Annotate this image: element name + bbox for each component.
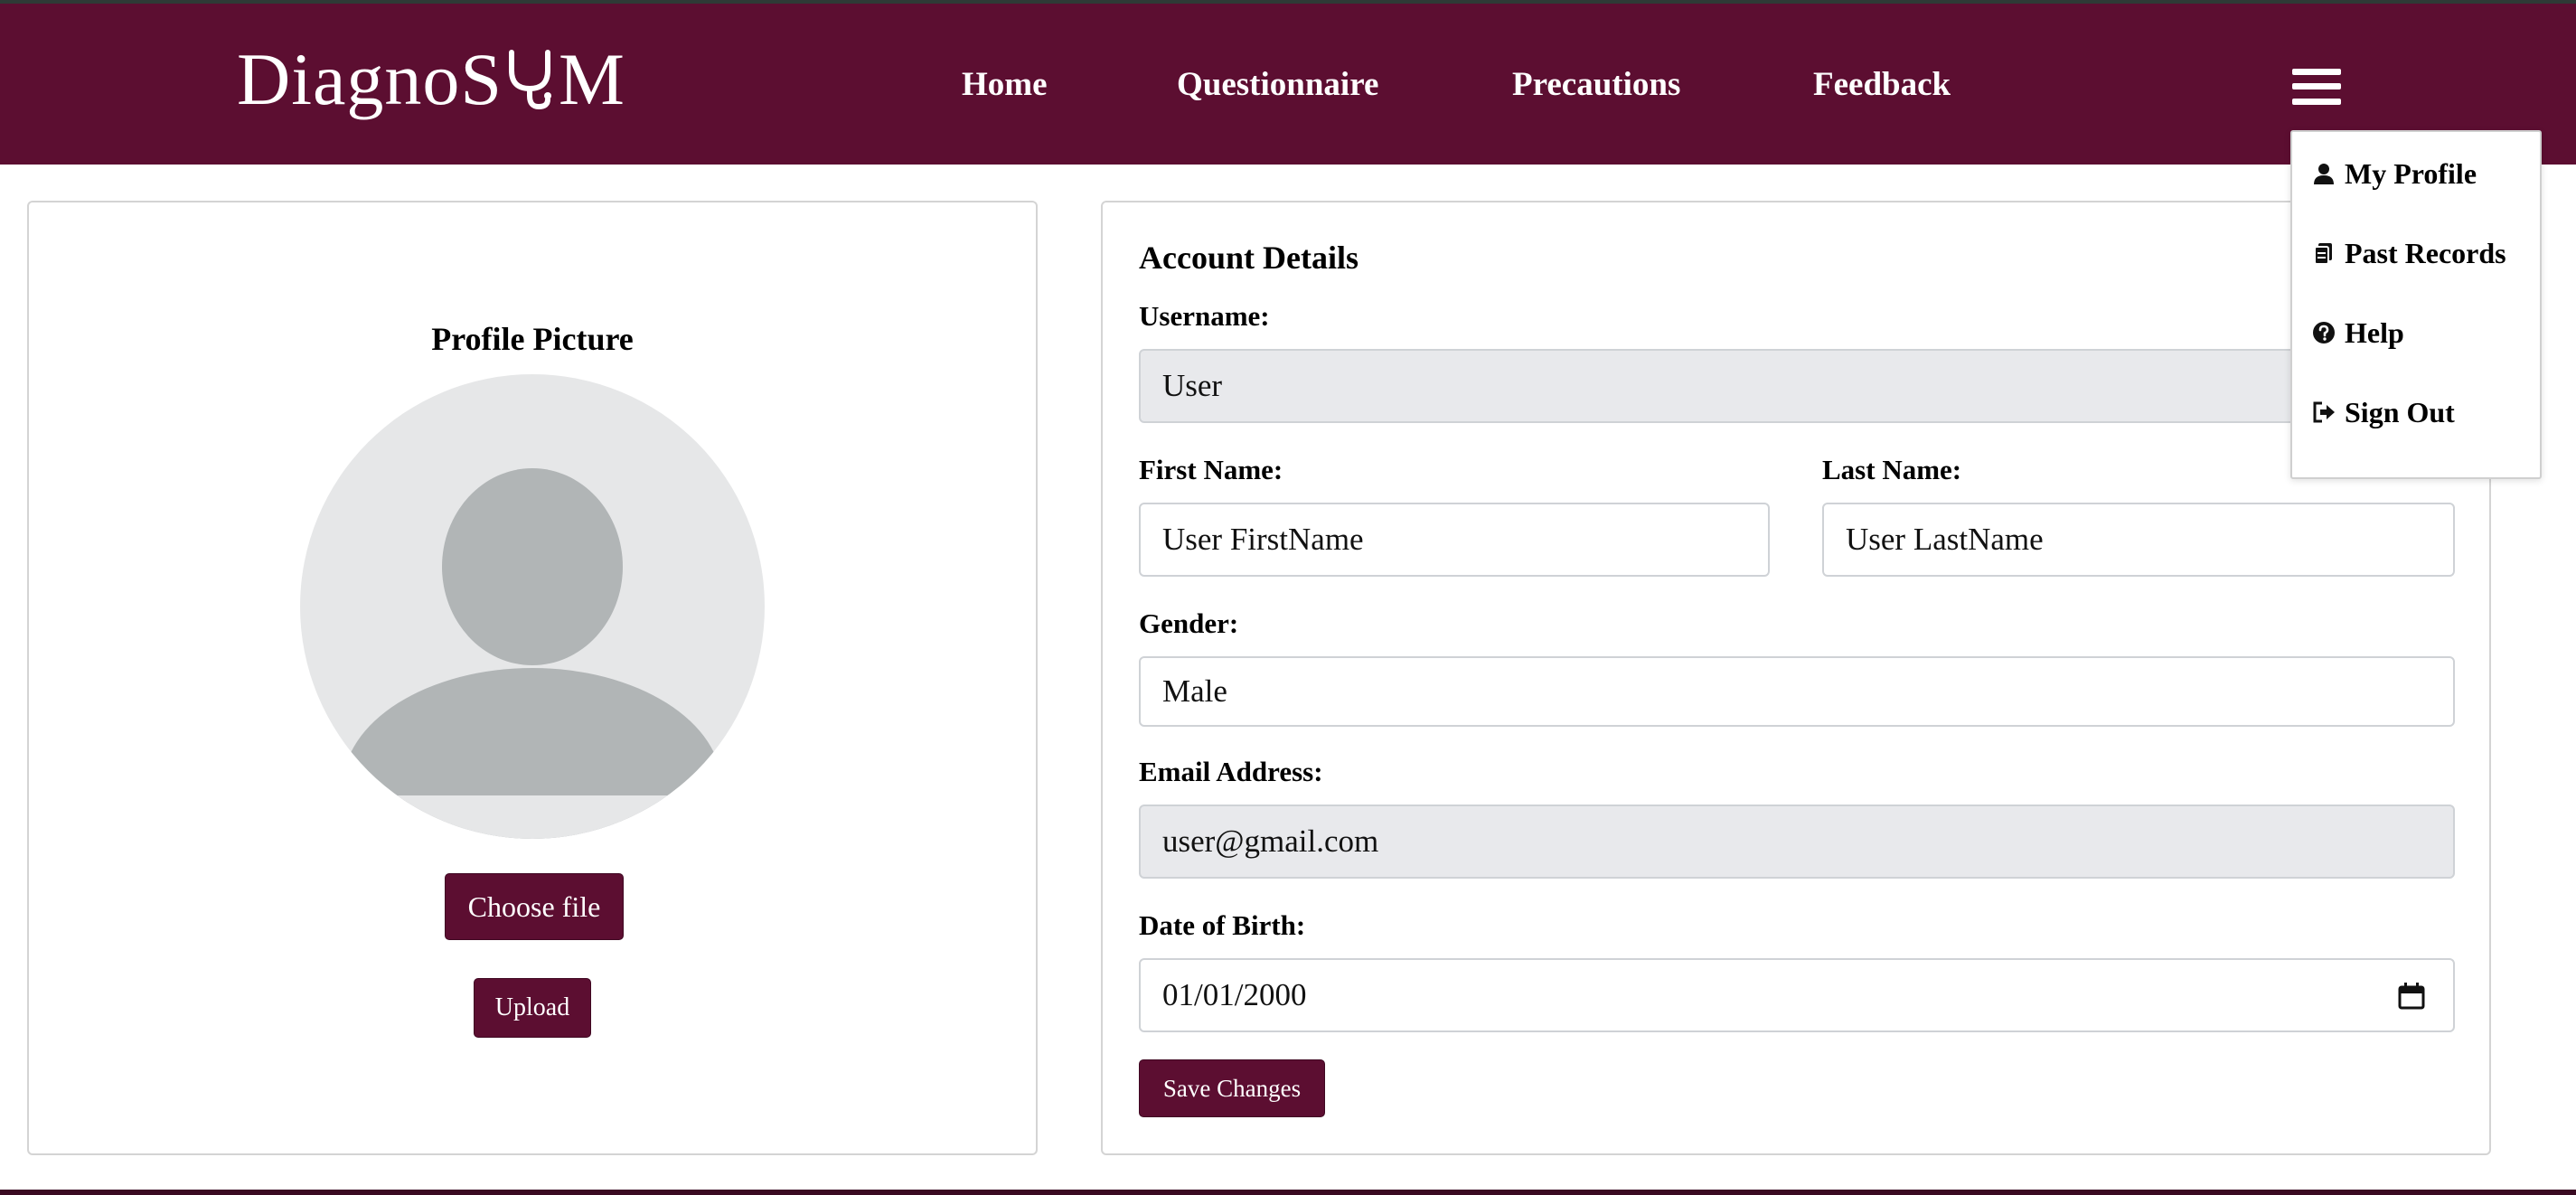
menu-item-label: Sign Out: [2345, 395, 2455, 428]
menu-item-label: Past Records: [2345, 236, 2506, 269]
account-details-title: Account Details: [1139, 240, 1359, 276]
save-changes-button[interactable]: Save Changes: [1139, 1059, 1325, 1117]
profile-picture-title: Profile Picture: [431, 321, 634, 357]
user-dropdown-menu: My Profile Past Records Help Sign Out: [2290, 130, 2542, 479]
menu-item-label: My Profile: [2345, 156, 2477, 190]
calendar-icon[interactable]: [2397, 982, 2426, 1011]
choose-file-button[interactable]: Choose file: [445, 873, 624, 940]
menu-item-my-profile[interactable]: My Profile: [2312, 154, 2477, 193]
gender-input[interactable]: Male: [1139, 656, 2455, 727]
first-name-input[interactable]: User FirstName: [1139, 503, 1770, 577]
nav-link-home[interactable]: Home: [962, 65, 1048, 105]
logo-text-suffix: M: [559, 38, 625, 120]
dob-label: Date of Birth:: [1139, 909, 1306, 941]
navbar: DiagnoS M Home Questionnaire Precautions…: [0, 4, 2576, 165]
email-field: user@gmail.com: [1139, 805, 2455, 879]
upload-button[interactable]: Upload: [474, 978, 591, 1038]
username-field: User: [1139, 349, 2455, 423]
menu-item-help[interactable]: Help: [2312, 313, 2404, 353]
gender-label: Gender:: [1139, 607, 1239, 639]
bottom-border: [0, 1190, 2576, 1195]
user-icon: [2314, 164, 2334, 184]
nav-link-feedback[interactable]: Feedback: [1813, 65, 1951, 105]
dob-value: 01/01/2000: [1162, 977, 1307, 1012]
account-details-card: Account Details Username: User First Nam…: [1101, 201, 2491, 1155]
logo-text-prefix: DiagnoS: [237, 38, 503, 120]
dob-input[interactable]: 01/01/2000: [1139, 958, 2455, 1032]
nav-link-precautions[interactable]: Precautions: [1512, 65, 1680, 105]
last-name-input[interactable]: User LastName: [1822, 503, 2455, 577]
email-label: Email Address:: [1139, 756, 1323, 787]
records-icon: [2314, 243, 2332, 265]
hamburger-menu-icon[interactable]: [2292, 69, 2341, 105]
menu-item-label: Help: [2345, 315, 2404, 349]
first-name-label: First Name:: [1139, 454, 1283, 485]
help-icon: [2313, 322, 2335, 343]
menu-item-past-records[interactable]: Past Records: [2312, 233, 2506, 273]
username-label: Username:: [1139, 300, 1270, 332]
brand-logo[interactable]: DiagnoS M: [237, 38, 625, 121]
menu-item-sign-out[interactable]: Sign Out: [2312, 392, 2455, 432]
avatar-placeholder-icon: [300, 374, 765, 839]
profile-picture-card: Profile Picture Choose file Upload: [27, 201, 1038, 1155]
sign-out-icon: [2313, 401, 2335, 423]
nav-link-questionnaire[interactable]: Questionnaire: [1177, 65, 1378, 105]
stethoscope-icon: [509, 50, 551, 110]
last-name-label: Last Name:: [1822, 454, 1962, 485]
